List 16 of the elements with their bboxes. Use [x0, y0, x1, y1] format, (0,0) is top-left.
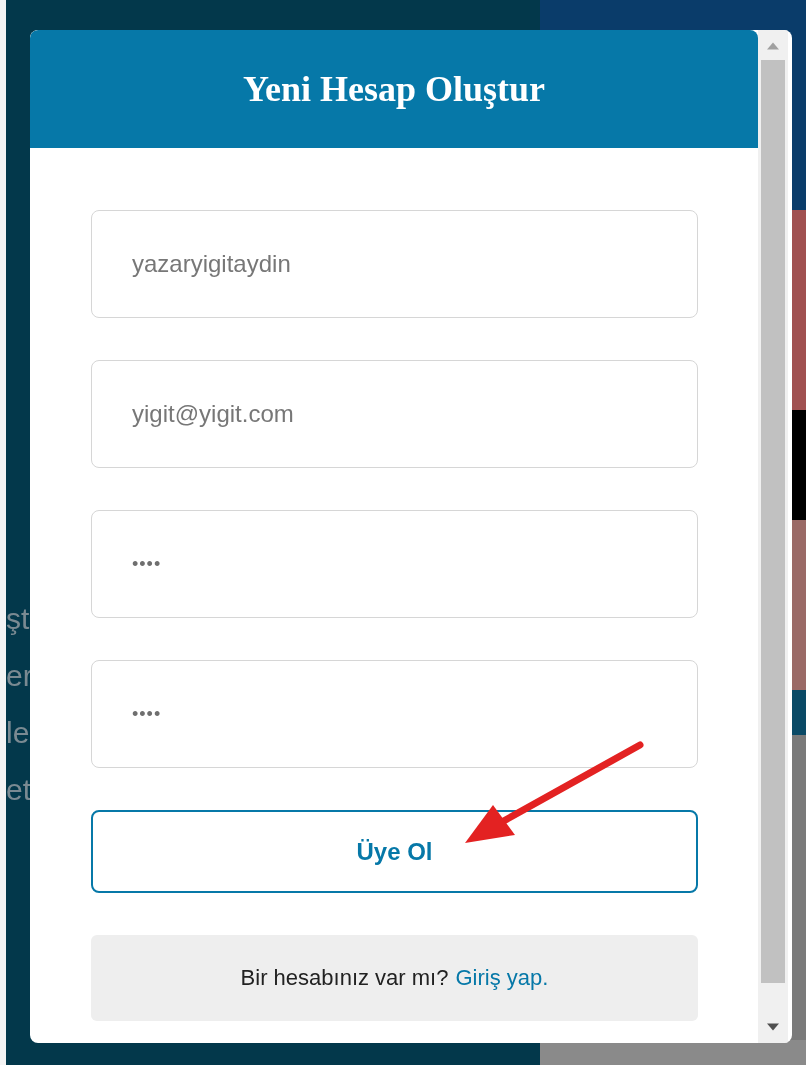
signup-button[interactable]: Üye Ol	[91, 810, 698, 893]
password-field[interactable]: ••••	[91, 660, 698, 768]
dialog-title: Yeni Hesap Oluştur	[242, 68, 545, 110]
text-fragment: şt	[6, 601, 30, 637]
input-field[interactable]: yigit@yigit.com	[91, 360, 698, 468]
login-prompt-text: Bir hesabınız var mı?	[240, 965, 449, 991]
text-fragment: et	[6, 772, 32, 808]
scroll-up-icon[interactable]	[767, 42, 779, 50]
login-link[interactable]: Giriş yap.	[455, 965, 549, 991]
text-fragment: le	[6, 715, 30, 751]
scrollbar-thumb[interactable]	[761, 60, 785, 983]
text-fragment: er	[6, 658, 33, 694]
input-field[interactable]: yazaryigitaydin	[91, 210, 698, 318]
password-field[interactable]: ••••	[91, 510, 698, 618]
scroll-down-icon[interactable]	[767, 1023, 779, 1031]
scrollbar[interactable]	[758, 30, 788, 1043]
